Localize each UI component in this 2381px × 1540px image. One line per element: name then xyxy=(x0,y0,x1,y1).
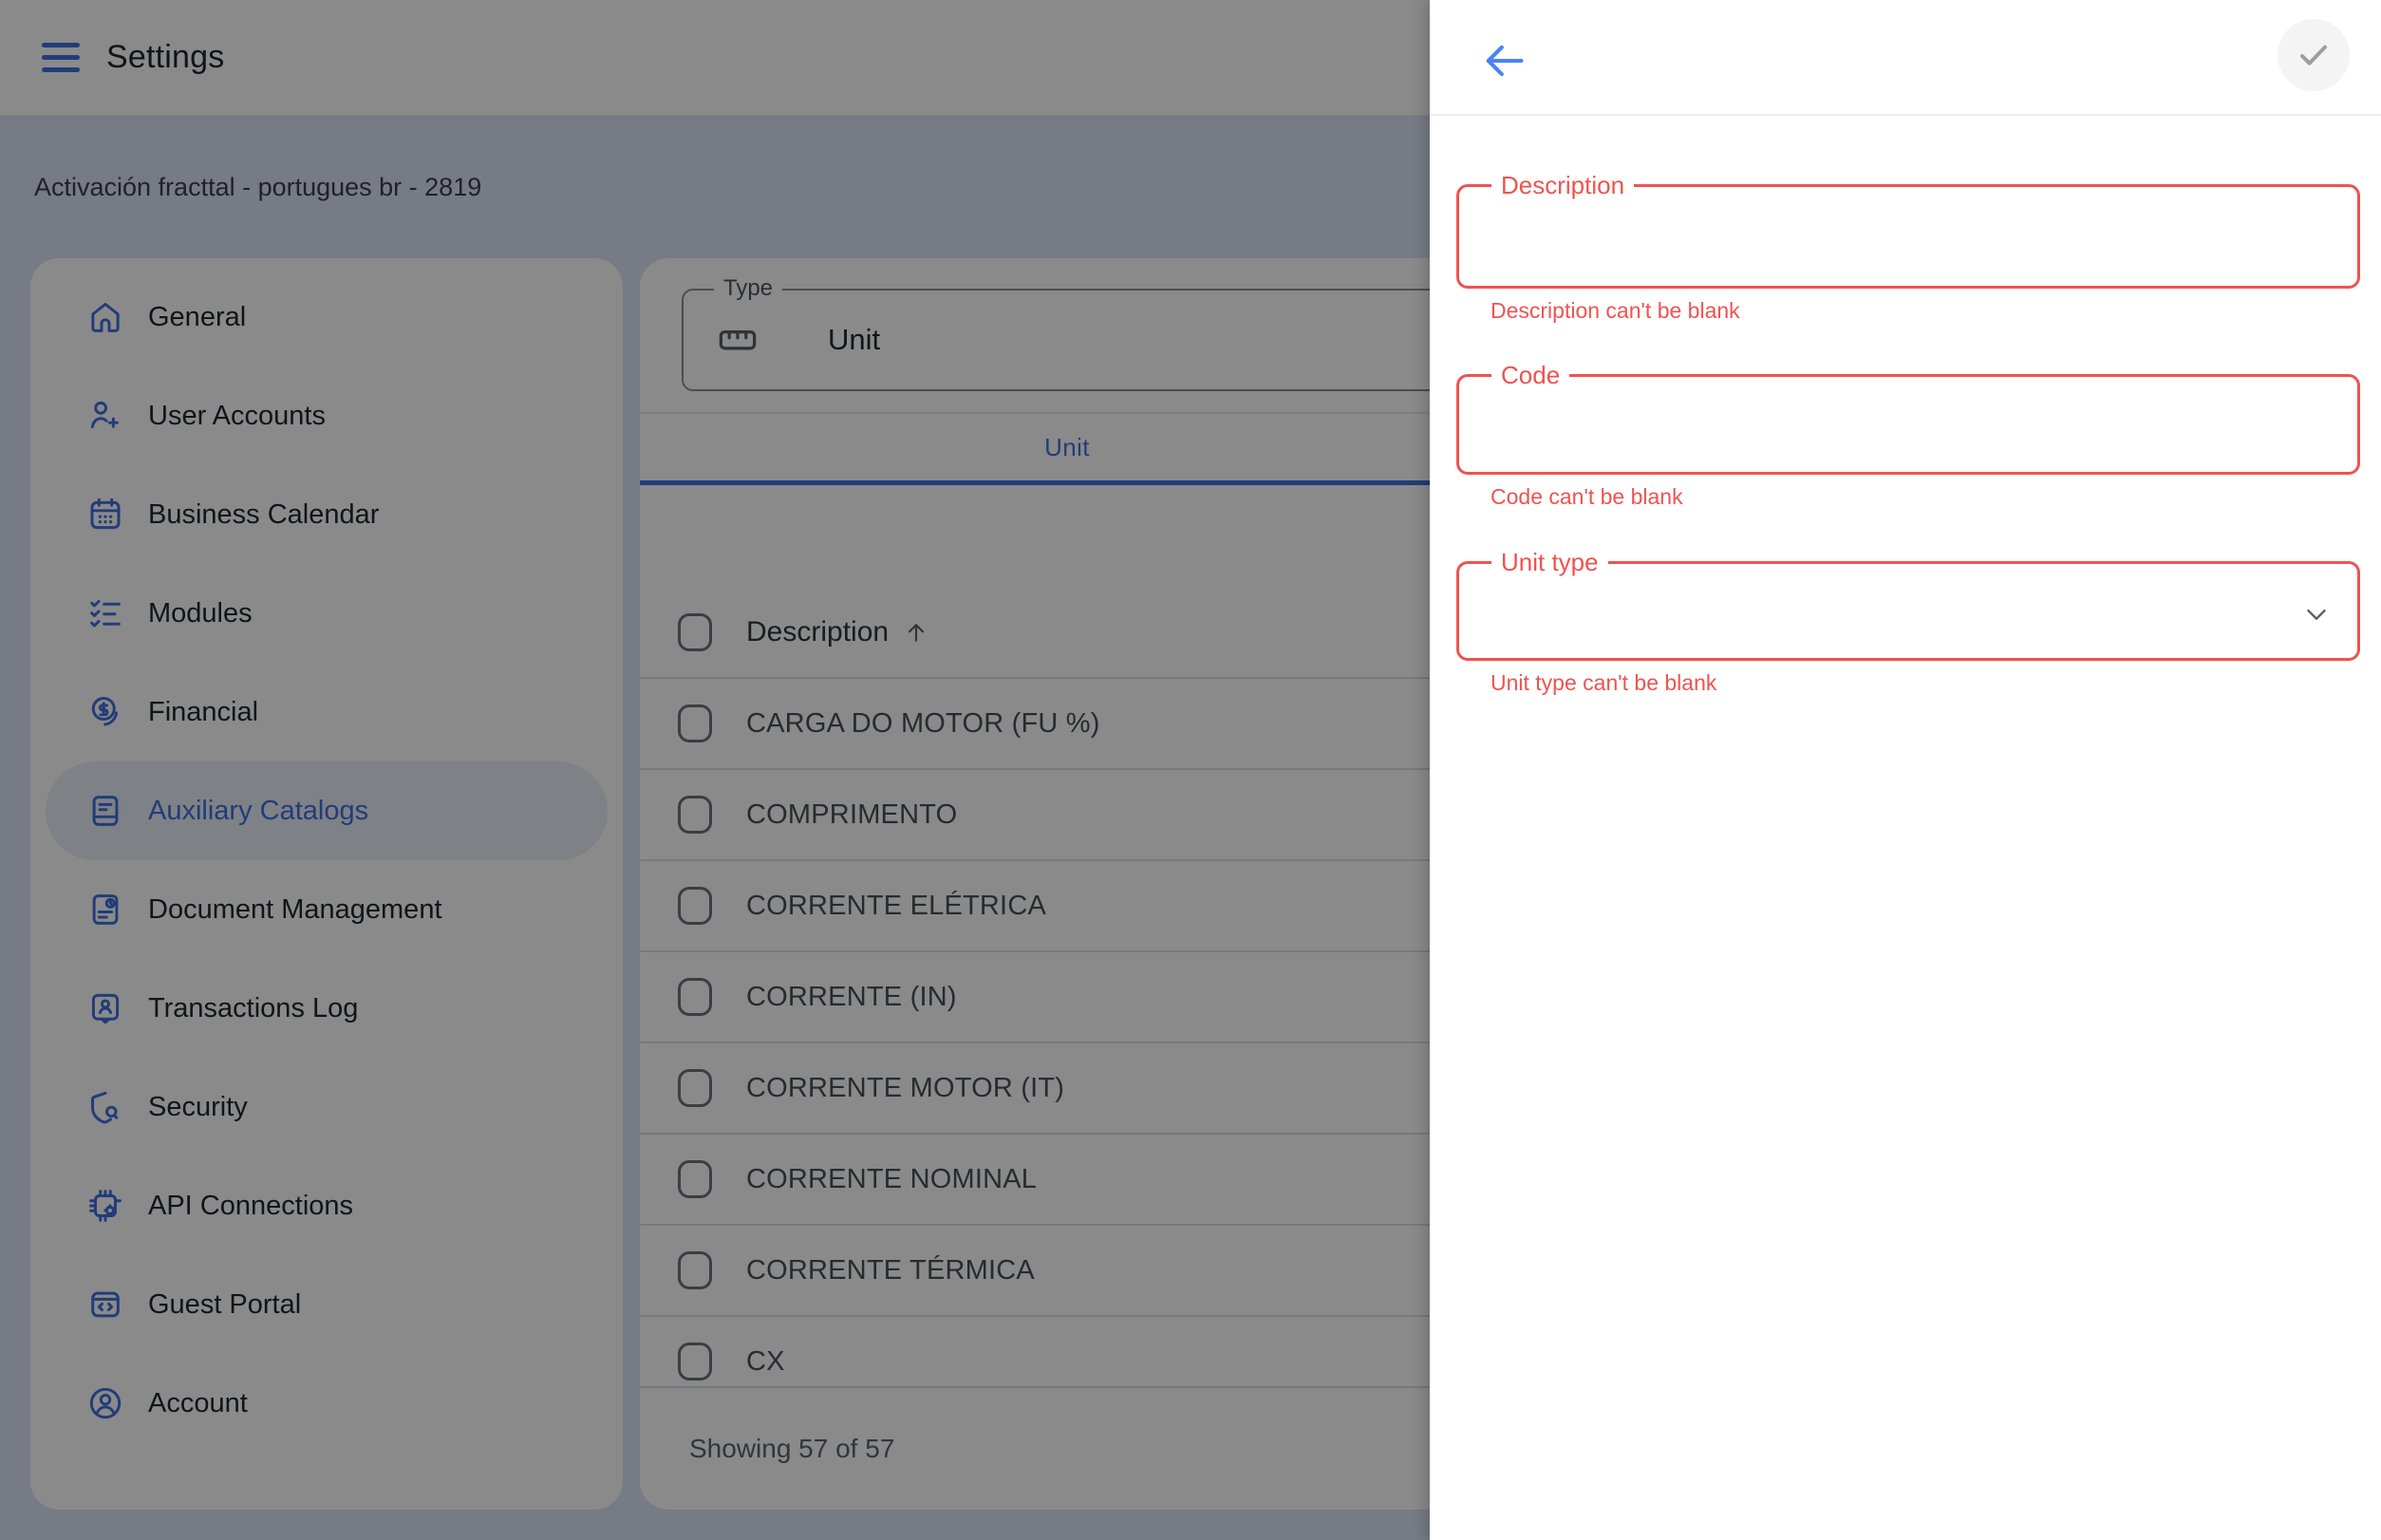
unit-type-field-label: Unit type xyxy=(1491,548,1608,577)
description-field-label: Description xyxy=(1491,171,1634,200)
unit-type-input[interactable] xyxy=(1459,564,2357,658)
code-field-label: Code xyxy=(1491,361,1569,390)
code-error-text: Code can't be blank xyxy=(1490,484,2360,510)
unit-edit-panel: Description Description can't be blank C… xyxy=(1430,0,2381,1540)
code-field[interactable]: Code xyxy=(1456,374,2360,475)
code-input[interactable] xyxy=(1459,377,2357,472)
unit-type-select[interactable]: Unit type xyxy=(1456,561,2360,661)
description-field-group: Description Description can't be blank xyxy=(1456,184,2360,324)
panel-header xyxy=(1430,0,2381,116)
save-button[interactable] xyxy=(2278,19,2350,91)
unit-type-field-group: Unit type Unit type can't be blank xyxy=(1456,561,2360,696)
check-icon xyxy=(2295,36,2333,74)
chevron-down-icon[interactable] xyxy=(2300,598,2333,630)
description-input[interactable] xyxy=(1459,187,2357,286)
description-error-text: Description can't be blank xyxy=(1490,298,2360,324)
description-field[interactable]: Description xyxy=(1456,184,2360,289)
arrow-left-icon[interactable] xyxy=(1479,36,1528,85)
code-field-group: Code Code can't be blank xyxy=(1456,374,2360,510)
unit-type-error-text: Unit type can't be blank xyxy=(1490,670,2360,696)
